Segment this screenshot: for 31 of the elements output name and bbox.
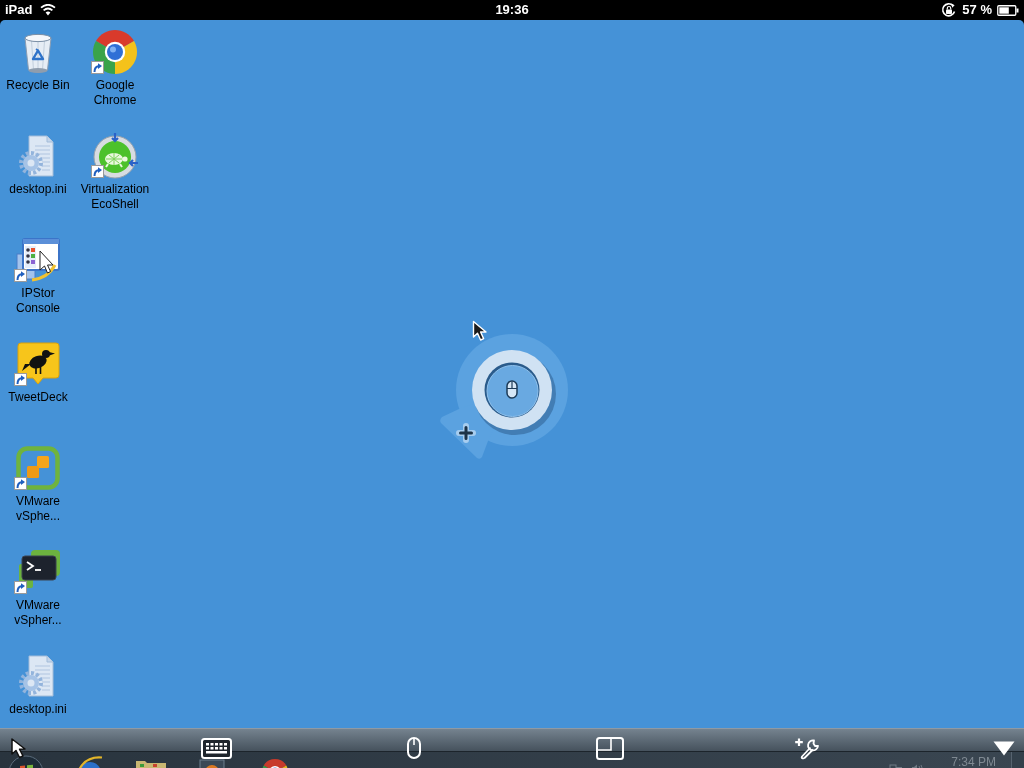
- desktop-shortcut[interactable]: desktop.ini: [0, 132, 76, 197]
- wrench-plus-icon: [793, 736, 821, 760]
- desktop-shortcut[interactable]: IPStor Console: [0, 236, 76, 316]
- desktop-shortcut[interactable]: VMware vSphe...: [0, 444, 76, 524]
- desktop-shortcut[interactable]: desktop.ini: [0, 652, 76, 717]
- mouse-icon: [506, 380, 518, 399]
- device-name: iPad: [5, 2, 33, 18]
- status-time: 19:36: [495, 2, 529, 18]
- taskbar-clock: 7:34 PM: [951, 755, 996, 768]
- window-cursor-icon: [14, 236, 62, 284]
- battery-percent: 57 %: [962, 2, 992, 18]
- browser-logo-icon[interactable]: [261, 757, 289, 768]
- plus-icon: [456, 423, 476, 443]
- squares-icon: [14, 444, 62, 492]
- desktop-shortcut[interactable]: Virtualization EcoShell: [77, 132, 153, 212]
- start-orb-icon[interactable]: [8, 754, 44, 768]
- cursor-arrow-icon: [472, 320, 490, 342]
- desktop-shortcut[interactable]: Google Chrome: [77, 28, 153, 108]
- rotation-lock-icon: [941, 2, 958, 18]
- mouse-icon: [406, 737, 421, 759]
- desktop-shortcut[interactable]: VMware vSpher...: [0, 548, 76, 628]
- window-icon: [596, 736, 625, 760]
- keyboard-icon: [201, 737, 233, 759]
- desktop-shortcut[interactable]: TweetDeck: [0, 340, 76, 405]
- triangle-down-icon: [993, 740, 1015, 756]
- desktop-shortcut[interactable]: Recycle Bin: [0, 28, 76, 93]
- browser-logo-icon: [91, 28, 139, 76]
- browser-globe-icon[interactable]: [77, 756, 103, 768]
- battery-icon: [997, 4, 1019, 16]
- turtle-icon: [91, 132, 139, 180]
- wifi-icon: [40, 4, 57, 16]
